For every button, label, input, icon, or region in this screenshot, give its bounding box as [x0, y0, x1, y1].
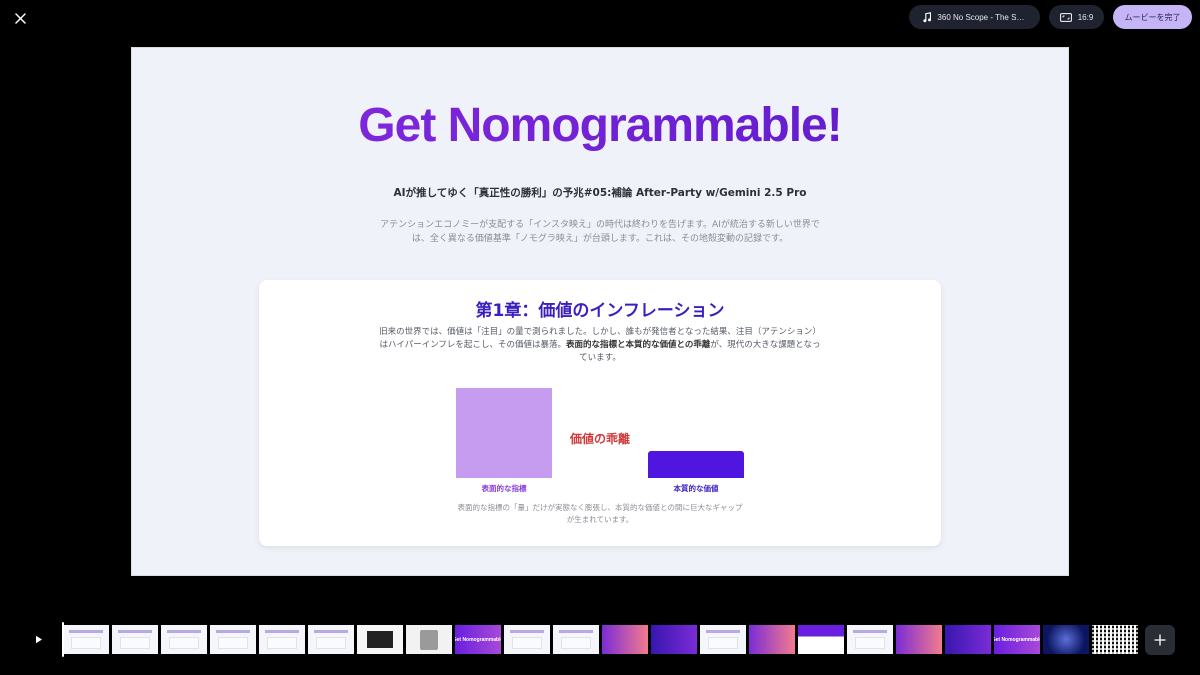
chapter-card: 第1章：価値のインフレーション 旧来の世界では、価値は「注目」の量で測られました… — [259, 280, 941, 546]
timeline-thumbnail[interactable] — [63, 625, 109, 654]
timeline-thumbnail[interactable] — [1043, 625, 1089, 654]
music-note-icon — [923, 11, 932, 22]
hero-title: Get Nomogrammable! — [132, 98, 1068, 153]
timeline-thumbnail[interactable] — [259, 625, 305, 654]
thumbnail-label: Get Nomogrammable — [994, 636, 1040, 643]
timeline-thumbnail[interactable] — [553, 625, 599, 654]
timeline-thumbnail[interactable]: Get Nomogrammable — [994, 625, 1040, 654]
timeline-thumbnail[interactable] — [161, 625, 207, 654]
timeline-thumbnail[interactable] — [602, 625, 648, 654]
play-button[interactable] — [30, 630, 48, 648]
chapter-title: 第1章：価値のインフレーション — [475, 301, 725, 321]
hero-subtitle: AIが推してゆく「真正性の勝利」の予兆#05:補論 After-Party w/… — [393, 187, 807, 199]
top-toolbar: 360 No Scope - The Sou... 16:9 ムービーを完了 — [909, 5, 1192, 29]
music-track-label: 360 No Scope - The Sou... — [937, 12, 1026, 22]
timeline-thumbnail[interactable]: Get Nomogrammable — [455, 625, 501, 654]
timeline-thumbnail[interactable] — [308, 625, 354, 654]
bar-label-essential-value: 本質的な価値 — [673, 484, 719, 493]
bar-label-surface-metric: 表面的な指標 — [481, 484, 527, 493]
aspect-ratio-button[interactable]: 16:9 — [1049, 5, 1104, 29]
add-clip-button[interactable] — [1145, 625, 1175, 655]
value-gap-label: 価値の乖離 — [569, 432, 630, 446]
hero-intro: アテンションエコノミーが支配する「インスタ映え」の時代は終わりを告げます。AIが… — [380, 220, 820, 244]
timeline: Get Nomogrammable Get Nomogrammable — [0, 616, 1200, 664]
timeline-thumbnail[interactable] — [700, 625, 746, 654]
timeline-thumbnail[interactable] — [896, 625, 942, 654]
timeline-thumbnail[interactable] — [1092, 625, 1138, 654]
timeline-thumbnail[interactable] — [945, 625, 991, 654]
playhead[interactable] — [62, 622, 64, 657]
timeline-thumbnail[interactable] — [504, 625, 550, 654]
timeline-thumbnails: Get Nomogrammable Get Nomogrammable — [63, 625, 1138, 654]
chart-caption: 表面的な指標の「量」だけが実態なく膨張し、本質的な価値との間に巨大なギャップが生… — [457, 503, 743, 524]
slide-preview: Get Nomogrammable! AIが推してゆく「真正性の勝利」の予兆#0… — [131, 47, 1069, 576]
close-icon — [14, 12, 26, 24]
finish-movie-label: ムービーを完了 — [1124, 12, 1181, 22]
timeline-thumbnail[interactable] — [112, 625, 158, 654]
close-button[interactable] — [10, 8, 30, 28]
chapter-body: 旧来の世界では、価値は「注目」の量で測られました。しかし、誰もが発信者となった結… — [379, 326, 821, 365]
chapter-body-bold: 表面的な指標と本質的な価値との乖離 — [565, 340, 711, 350]
thumbnail-label: Get Nomogrammable — [455, 636, 501, 643]
music-button[interactable]: 360 No Scope - The Sou... — [909, 5, 1040, 29]
plus-icon — [1154, 634, 1166, 646]
timeline-thumbnail[interactable] — [798, 625, 844, 654]
timeline-thumbnail[interactable] — [749, 625, 795, 654]
aspect-ratio-icon — [1059, 12, 1072, 22]
aspect-ratio-label: 16:9 — [1077, 12, 1094, 22]
finish-movie-button[interactable]: ムービーを完了 — [1113, 5, 1192, 29]
play-icon — [36, 635, 42, 643]
timeline-thumbnail[interactable] — [651, 625, 697, 654]
bar-essential-value — [648, 451, 744, 478]
timeline-thumbnail[interactable] — [406, 625, 452, 654]
timeline-thumbnail[interactable] — [357, 625, 403, 654]
timeline-thumbnail[interactable] — [847, 625, 893, 654]
timeline-thumbnail[interactable] — [210, 625, 256, 654]
bar-surface-metric — [456, 388, 552, 478]
